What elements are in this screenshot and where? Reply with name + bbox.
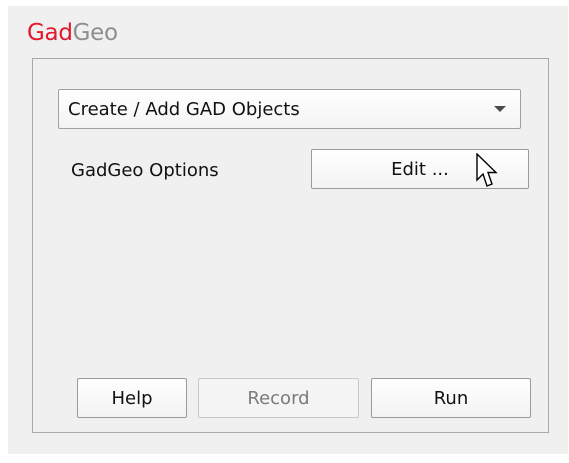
help-button[interactable]: Help: [77, 378, 187, 418]
app-title-geo: Geo: [72, 20, 118, 46]
gadgeo-panel: GadGeo Create / Add GAD Objects GadGeo O…: [8, 6, 568, 454]
mode-dropdown[interactable]: Create / Add GAD Objects: [58, 89, 521, 129]
app-title-gad: Gad: [27, 20, 73, 46]
record-button[interactable]: Record: [198, 378, 359, 418]
app-title: GadGeo: [27, 18, 118, 48]
run-button[interactable]: Run: [371, 378, 531, 418]
mouse-pointer-icon: [476, 153, 498, 187]
chevron-down-icon: [494, 106, 506, 112]
mode-dropdown-selected: Create / Add GAD Objects: [68, 99, 300, 120]
options-group-box: Create / Add GAD Objects GadGeo Options …: [32, 58, 549, 433]
gadgeo-options-label: GadGeo Options: [71, 160, 219, 181]
